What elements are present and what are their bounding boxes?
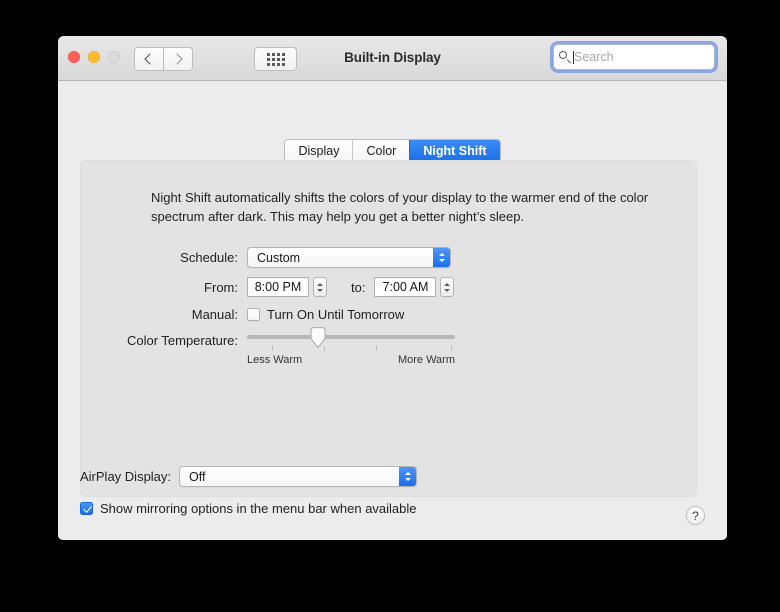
window-titlebar: Built-in Display Search (58, 36, 727, 81)
airplay-display-row: AirPlay Display: Off (80, 466, 418, 487)
turn-on-until-tomorrow-checkbox[interactable] (247, 308, 260, 321)
airplay-display-dropdown[interactable]: Off (179, 466, 418, 487)
to-label: to: (351, 279, 366, 295)
search-field[interactable]: Search (553, 44, 715, 70)
window-content: Display Color Night Shift Night Shift au… (58, 81, 727, 540)
search-icon (559, 51, 571, 63)
from-time-stepper[interactable] (313, 277, 327, 297)
slider-thumb[interactable] (310, 327, 326, 349)
turn-on-until-tomorrow-label: Turn On Until Tomorrow (267, 307, 405, 322)
schedule-label: Schedule: (180, 250, 238, 265)
to-time-input[interactable]: 7:00 AM (374, 277, 437, 297)
schedule-row: Schedule: Custom (80, 247, 451, 268)
show-mirroring-options-label: Show mirroring options in the menu bar w… (100, 501, 417, 516)
tab-color[interactable]: Color (352, 140, 410, 162)
slider-ticks (247, 346, 455, 352)
help-button[interactable]: ? (686, 506, 705, 525)
from-label: From: (204, 279, 238, 295)
schedule-dropdown[interactable]: Custom (247, 247, 451, 268)
chevron-updown-icon (433, 248, 450, 267)
slider-caption: Less Warm More Warm (247, 354, 455, 366)
chevron-updown-icon (399, 467, 417, 486)
color-temperature-slider[interactable]: Less Warm More Warm (247, 327, 455, 366)
airplay-display-value: Off (189, 469, 206, 484)
search-placeholder: Search (574, 50, 614, 64)
manual-row: Manual: Turn On Until Tomorrow (80, 307, 405, 322)
tab-display[interactable]: Display (285, 140, 353, 162)
preferences-window: Built-in Display Search Display Color Ni… (58, 36, 727, 540)
schedule-value: Custom (257, 250, 301, 265)
night-shift-panel: Night Shift automatically shifts the col… (80, 160, 697, 497)
manual-label: Manual: (191, 307, 238, 322)
airplay-display-label: AirPlay Display: (80, 469, 172, 484)
tab-night-shift[interactable]: Night Shift (409, 140, 500, 162)
slider-track (247, 335, 455, 339)
color-temperature-row: Color Temperature: Less Warm More Warm (80, 327, 455, 366)
color-temperature-label: Color Temperature: (126, 333, 238, 348)
mirroring-row: Show mirroring options in the menu bar w… (80, 501, 417, 516)
time-range-row: From: 8:00 PM to: 7:00 AM (80, 277, 455, 297)
night-shift-description: Night Shift automatically shifts the col… (151, 190, 649, 224)
from-time-input[interactable]: 8:00 PM (247, 277, 309, 297)
show-mirroring-options-checkbox[interactable] (80, 502, 93, 515)
slider-max-label: More Warm (397, 354, 455, 366)
slider-min-label: Less Warm (247, 354, 303, 366)
to-time-stepper[interactable] (440, 277, 455, 297)
